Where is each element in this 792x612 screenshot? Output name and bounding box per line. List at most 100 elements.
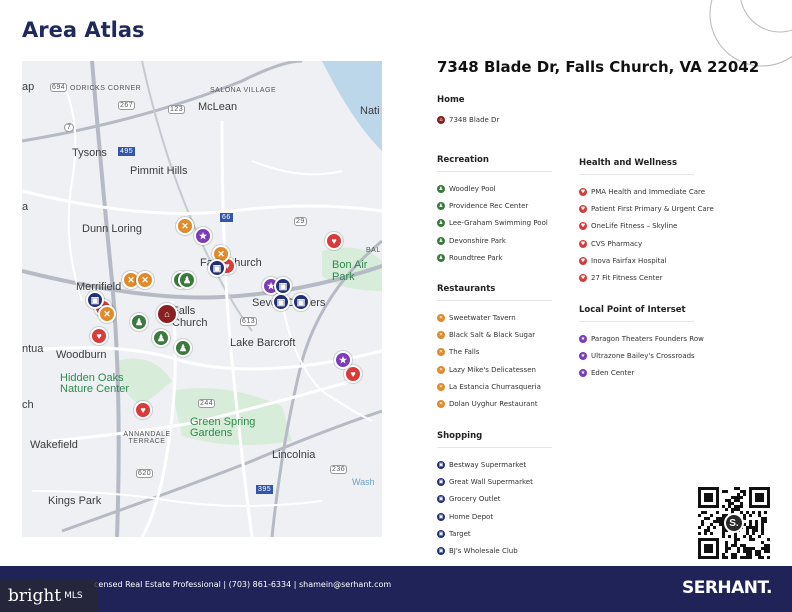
hiker-icon: ♟ — [437, 184, 445, 193]
map-pin-recreation[interactable]: ♟ — [174, 339, 192, 357]
map-pin-recreation[interactable]: ♟ — [178, 271, 196, 289]
map-pin-restaurant[interactable]: ✕ — [176, 217, 194, 235]
route-shield: 236 — [330, 465, 348, 474]
list-item[interactable]: ▣ Great Wall Supermarket — [437, 473, 552, 490]
home-icon: ⌂ — [437, 115, 445, 124]
list-item[interactable]: ✕ Sweetwater Tavern — [437, 309, 552, 326]
map-pin-health[interactable]: ♥ — [134, 401, 152, 419]
list-item[interactable]: ♟ Lee-Graham Swimming Pool — [437, 215, 552, 232]
list-item[interactable]: ▣ Grocery Outlet — [437, 491, 552, 508]
map-label-bonair: Bon Air Park — [332, 259, 368, 283]
bright-mls-suffix: MLS — [64, 591, 83, 601]
map-pin-recreation[interactable]: ♟ — [152, 329, 170, 347]
map-pin-shopping[interactable]: ▣ — [208, 259, 226, 277]
utensils-icon: ✕ — [437, 365, 445, 374]
section-health: Health and Wellness ♥ PMA Health and Imme… — [579, 158, 714, 287]
map-label-bal: BAL — [366, 247, 381, 254]
heart-icon: ♥ — [579, 239, 587, 248]
list-item[interactable]: ♟ Roundtree Park — [437, 249, 552, 266]
route-shield: 620 — [136, 469, 154, 478]
section-title: Restaurants — [437, 284, 496, 294]
list-item[interactable]: ♥ CVS Pharmacy — [579, 235, 714, 252]
route-shield: 613 — [240, 317, 258, 326]
map-label-annandale: ANNANDALE TERRACE — [123, 431, 171, 445]
list-item[interactable]: ▣ BJ's Wholesale Club — [437, 542, 552, 559]
divider — [437, 447, 552, 448]
map-label-kingspark: Kings Park — [48, 495, 102, 507]
shopping-bag-icon: ▣ — [437, 460, 445, 469]
heart-icon: ♥ — [579, 204, 587, 213]
map-pin-home[interactable]: ⌂ — [156, 303, 178, 325]
route-shield: 66 — [220, 213, 233, 222]
map-pin-shopping[interactable]: ▣ — [274, 277, 292, 295]
section-shopping: Shopping ▣ Bestway Supermarket ▣ Great Wal… — [437, 431, 552, 560]
hiker-icon: ♟ — [437, 253, 445, 262]
list-item[interactable]: ★ Ultrazone Bailey's Crossroads — [579, 347, 704, 364]
list-item[interactable]: ✕ La Estancia Churrasqueria — [437, 378, 552, 395]
section-restaurants: Restaurants ✕ Sweetwater Tavern ✕ Black Sa… — [437, 284, 552, 413]
map-pin-health[interactable]: ♥ — [90, 327, 108, 345]
section-home: Home ⌂ 7348 Blade Dr — [437, 95, 499, 128]
map-label-greenspring: Green Spring Gardens — [190, 416, 256, 439]
map-label-lincolnia: Lincolnia — [272, 449, 316, 461]
map-label-ap: ap — [22, 81, 35, 93]
list-item[interactable]: ✕ The Falls — [437, 344, 552, 361]
list-item[interactable]: ✕ Lazy Mike's Delicatessen — [437, 361, 552, 378]
map-label-hiddenoaks: Hidden Oaks Nature Center — [60, 372, 130, 395]
list-item[interactable]: ♟ Providence Rec Center — [437, 197, 552, 214]
list-item[interactable]: ♟ Devonshire Park — [437, 232, 552, 249]
map-pin-shopping[interactable]: ▣ — [292, 293, 310, 311]
map-pin-poi[interactable]: ★ — [194, 227, 212, 245]
list-item[interactable]: ★ Paragon Theaters Founders Row — [579, 330, 704, 347]
area-map[interactable]: ODRICKS CORNER SALONA VILLAGE McLean Tys… — [22, 61, 382, 537]
star-icon: ★ — [579, 369, 587, 378]
section-title: Health and Wellness — [579, 158, 678, 168]
section-title: Recreation — [437, 155, 489, 165]
list-item[interactable]: ▣ Target — [437, 525, 552, 542]
map-label-ntua: ntua — [22, 343, 44, 355]
map-label-ch: ch — [22, 399, 34, 411]
heart-icon: ♥ — [579, 187, 587, 196]
list-item[interactable]: ★ Eden Center — [579, 365, 704, 382]
section-poi: Local Point of Interset ★ Paragon Theater… — [579, 305, 704, 382]
utensils-icon: ✕ — [437, 348, 445, 357]
list-item[interactable]: ⌂ 7348 Blade Dr — [437, 111, 499, 128]
map-pin-shopping[interactable]: ▣ — [86, 291, 104, 309]
route-shield: 495 — [118, 147, 136, 156]
map-pin-poi[interactable]: ★ — [334, 351, 352, 369]
divider — [437, 300, 552, 301]
list-item[interactable]: ✕ Dolan Uyghur Restaurant — [437, 395, 552, 412]
map-label-tysons: Tysons — [72, 147, 107, 159]
utensils-icon: ✕ — [437, 313, 445, 322]
qr-code[interactable]: S. — [698, 487, 770, 559]
bright-mls-logo: bright MLS — [0, 580, 98, 612]
map-pin-restaurant[interactable]: ✕ — [136, 271, 154, 289]
list-item[interactable]: ▣ Home Depot — [437, 508, 552, 525]
list-item[interactable]: ♟ Woodley Pool — [437, 180, 552, 197]
map-label-wash: Wash — [352, 477, 375, 487]
list-item[interactable]: ♥ Patient First Primary & Urgent Care — [579, 200, 714, 217]
utensils-icon: ✕ — [437, 330, 445, 339]
list-item[interactable]: ▣ Bestway Supermarket — [437, 456, 552, 473]
list-item[interactable]: ✕ Black Salt & Black Sugar — [437, 326, 552, 343]
map-label-lakebarcroft: Lake Barcroft — [230, 337, 296, 349]
map-label-nati: Nati — [360, 105, 380, 117]
bright-mls-wordmark: bright — [8, 586, 62, 606]
route-shield: 29 — [294, 217, 307, 226]
serhant-brand-logo: SERHANT. — [681, 578, 773, 598]
map-pin-shopping[interactable]: ▣ — [272, 293, 290, 311]
map-pin-restaurant[interactable]: ✕ — [98, 305, 116, 323]
map-pin-recreation[interactable]: ♟ — [130, 313, 148, 331]
list-item[interactable]: ♥ Inova Fairfax Hospital — [579, 252, 714, 269]
shopping-bag-icon: ▣ — [437, 529, 445, 538]
star-icon: ★ — [579, 334, 587, 343]
heart-icon: ♥ — [579, 256, 587, 265]
shopping-bag-icon: ▣ — [437, 477, 445, 486]
list-item[interactable]: ♥ OneLife Fitness – Skyline — [579, 218, 714, 235]
route-shield: 267 — [118, 101, 136, 110]
list-item[interactable]: ♥ 27 Fit Fitness Center — [579, 269, 714, 286]
heart-icon: ♥ — [579, 222, 587, 231]
map-pin-health[interactable]: ♥ — [325, 232, 343, 250]
list-item[interactable]: ♥ PMA Health and Immediate Care — [579, 183, 714, 200]
map-label-salona: SALONA VILLAGE — [210, 87, 277, 94]
